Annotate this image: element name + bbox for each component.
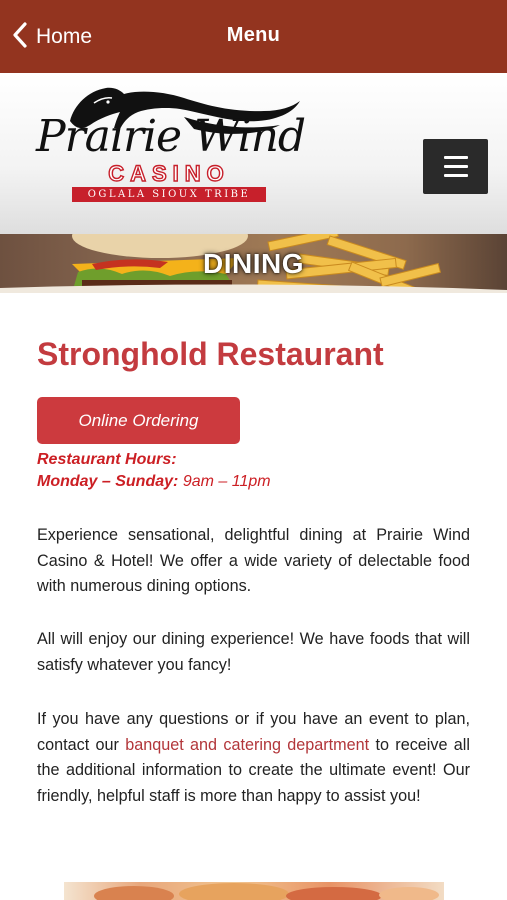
banner-title: DINING bbox=[203, 248, 304, 279]
banquet-catering-link[interactable]: banquet and catering department bbox=[125, 736, 369, 754]
logo-casino-text: CASINO bbox=[108, 160, 230, 186]
hours-time: 9am – 11pm bbox=[182, 473, 271, 490]
restaurant-title: Stronghold Restaurant bbox=[37, 336, 384, 372]
food-photo-image bbox=[94, 883, 439, 900]
hours-heading: Restaurant Hours: bbox=[37, 451, 177, 468]
hamburger-icon-bar bbox=[443, 156, 468, 159]
hours-line: Monday – Sunday: 9am – 11pm bbox=[37, 473, 271, 491]
hamburger-icon-bar bbox=[443, 165, 468, 168]
prairie-wind-logo[interactable]: Prairie Wind CASINO OGLALA SIOUX TRIBE bbox=[34, 81, 306, 203]
online-ordering-button[interactable]: Online Ordering bbox=[37, 397, 240, 444]
hours-days: Monday – Sunday: bbox=[37, 473, 179, 490]
experience-paragraph: All will enjoy our dining experience! We… bbox=[37, 630, 470, 674]
logo-wordmark: Prairie Wind bbox=[36, 111, 306, 162]
contact-paragraph: If you have any questions or if you have… bbox=[37, 707, 470, 810]
site-header: Prairie Wind CASINO OGLALA SIOUX TRIBE bbox=[0, 73, 507, 234]
nav-title: Menu bbox=[226, 24, 281, 46]
logo-tribe-strip: OGLALA SIOUX TRIBE bbox=[72, 187, 266, 202]
dining-banner: DINING bbox=[0, 234, 507, 293]
hamburger-menu-button[interactable] bbox=[423, 139, 488, 194]
food-photo bbox=[64, 882, 444, 900]
hamburger-icon-bar bbox=[443, 174, 468, 177]
top-nav-bar: Home Menu bbox=[0, 0, 507, 73]
intro-paragraph: Experience sensational, delightful dinin… bbox=[37, 526, 470, 596]
